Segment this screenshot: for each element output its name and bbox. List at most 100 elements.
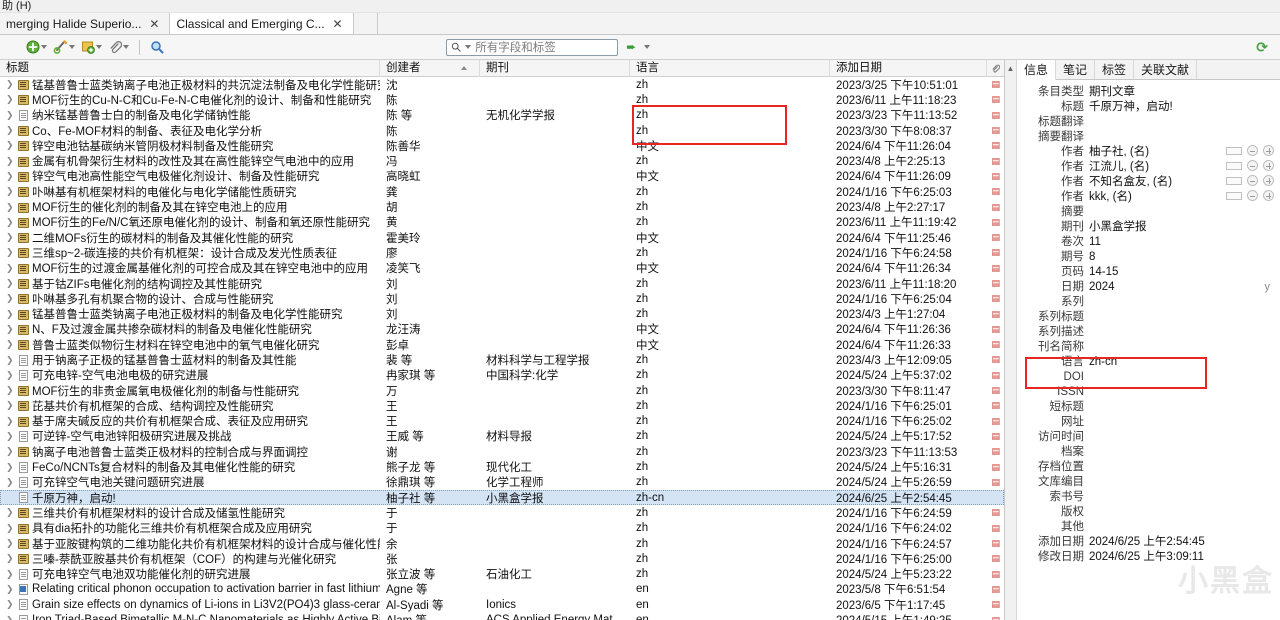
chevron-right-icon[interactable]: ❯ [6,355,14,366]
table-row[interactable]: ❯ 可逆锌-空气电池锌阳极研究进展及挑战 王威 等 材料导报 zh 2024/5/24 上… [0,429,1004,444]
items-table-body[interactable]: ❯ 锰基普鲁士蓝类钠离子电池正极材料的共沉淀法制备及电化学性能研究沈 zh 2023/… [0,77,1004,620]
table-row[interactable]: ❯ 具有dia拓扑的功能化三维共价有机框架合成及应用研究 于 zh 2024/1/16 … [0,521,1004,536]
table-row[interactable]: ❯ Relating critical phonon occupation to … [0,582,1004,597]
table-row[interactable]: ❯ MOF衍生的Fe/N/C氧还原电催化剂的设计、制备和氧还原性能研究 黄 zh 202… [0,215,1004,230]
add-creator-button[interactable] [1263,145,1274,156]
tab-related[interactable]: 关联文献 [1134,60,1198,79]
remove-creator-button[interactable] [1247,145,1258,156]
table-row[interactable]: ❯ 钠离子电池普鲁士蓝类正极材料的控制合成与界面调控 谢 zh 2023/3/23 下午… [0,444,1004,459]
add-creator-button[interactable] [1263,160,1274,171]
chevron-right-icon[interactable]: ❯ [6,156,14,167]
close-icon[interactable]: ✕ [333,18,343,30]
table-row[interactable]: ❯ 金属有机骨架衍生材料的改性及其在高性能锌空气电池中的应用 冯 zh 2023/4/8… [0,153,1004,168]
cell-attachment[interactable]: ▤ [987,599,1004,610]
tab-reader-1[interactable]: merging Halide Superio... ✕ [0,13,171,34]
table-row[interactable]: ❯ FeCo/NCNTs复合材料的制备及其电催化性能的研究 熊子龙 等 现代化工 zh 2… [0,459,1004,474]
field-value[interactable]: 2024/6/25 上午3:09:11 [1089,550,1278,565]
chevron-right-icon[interactable]: ❯ [6,232,14,243]
cell-attachment[interactable]: ▤ [987,171,1004,182]
chevron-right-icon[interactable]: ❯ [6,110,14,121]
chevron-right-icon[interactable]: ❯ [6,385,14,396]
table-row[interactable]: ❯ MOF衍生的Cu-N-C和Cu-Fe-N-C电催化剂的设计、制备和性能研究 陈 z… [0,92,1004,107]
table-row[interactable]: ❯ Co、Fe-MOF材料的制备、表征及电化学分析 陈 zh 2023/3/30 下午8… [0,123,1004,138]
remove-creator-button[interactable] [1247,190,1258,201]
table-row[interactable]: ❯ MOF衍生的非贵金属氧电极催化剂的制备与性能研究 万 zh 2023/3/30 下午… [0,383,1004,398]
column-header-title[interactable]: 标题 [0,59,380,77]
tab-notes[interactable]: 笔记 [1056,60,1096,79]
advanced-search-button[interactable] [148,39,166,55]
cell-attachment[interactable]: ▤ [987,263,1004,274]
field-label[interactable]: 作者 [1017,160,1089,175]
cell-attachment[interactable]: ▤ [987,202,1004,213]
cell-attachment[interactable]: ▤ [987,615,1004,620]
sync-refresh-icon[interactable]: ⟳ [1256,39,1268,56]
field-value[interactable]: kkk, (名) [1089,190,1226,205]
table-row[interactable]: ❯ 可充电锌-空气电池电极的研究进展 冉家琪 等 中国科学:化学 zh 2024/5/24… [0,368,1004,383]
cell-attachment[interactable]: ▤ [987,354,1004,365]
table-row[interactable]: ❯ 可充锌空气电池关键问题研究进展 徐鼎琪 等 化学工程师 zh 2024/5/24 上午… [0,475,1004,490]
chevron-right-icon[interactable]: ❯ [6,431,14,442]
chevron-right-icon[interactable]: ❯ [6,186,14,197]
table-row[interactable]: ❯ Grain size effects on dynamics of Li-io… [0,597,1004,612]
remove-creator-button[interactable] [1247,175,1258,186]
chevron-right-icon[interactable]: ❯ [6,94,14,105]
chevron-right-icon[interactable]: ❯ [6,125,14,136]
chevron-right-icon[interactable]: ❯ [6,79,14,90]
table-row[interactable]: ❯ 卟啉基有机框架材料的电催化与电化学储能性质研究 龚 zh 2024/1/16 下午6… [0,184,1004,199]
menu-item-help[interactable]: 助 (H) [2,0,31,12]
cell-attachment[interactable]: ▤ [987,584,1004,595]
tab-info[interactable]: 信息 [1017,60,1057,80]
cell-attachment[interactable]: ▤ [987,385,1004,396]
chevron-right-icon[interactable]: ❯ [6,538,14,549]
table-row[interactable]: ❯ MOF衍生的催化剂的制备及其在锌空电池上的应用 胡 zh 2023/4/8 上午2:… [0,199,1004,214]
field-value[interactable]: 8 [1089,250,1278,265]
field-value[interactable]: 千原万神，启动! [1089,100,1278,115]
chevron-right-icon[interactable]: ❯ [6,339,14,350]
table-row[interactable]: ❯ 基于席夫碱反应的共价有机框架合成、表征及应用研究 王 zh 2024/1/16 下午… [0,414,1004,429]
table-row[interactable]: ❯ 芘基共价有机框架的合成、结构调控及性能研究 王 zh 2024/1/16 下午6:2… [0,398,1004,413]
chevron-right-icon[interactable]: ❯ [6,217,14,228]
chevron-right-icon[interactable]: ❯ [6,247,14,258]
chevron-right-icon[interactable]: ❯ [6,171,14,182]
field-value[interactable]: 2024 [1089,280,1265,295]
table-row[interactable]: ❯ 可充电锌空气电池双功能催化剂的研究进展 张立波 等 石油化工 zh 2024/5/24… [0,567,1004,582]
table-row[interactable]: ❯ 基于亚胺键构筑的二维功能化共价有机框架材料的设计合成与催化性能探究余 zh 202… [0,536,1004,551]
new-note-button[interactable] [79,39,104,55]
cell-attachment[interactable]: ▤ [987,293,1004,304]
table-row[interactable]: ❯ 锌空电池钴基碳纳米管阴极材料制备及性能研究 陈善华 中文 2024/6/4 下午11… [0,138,1004,153]
cell-attachment[interactable]: ▤ [987,110,1004,121]
cell-attachment[interactable]: ▤ [987,278,1004,289]
field-value[interactable]: zh-cn [1089,355,1278,370]
cell-attachment[interactable]: ▤ [987,431,1004,442]
field-value[interactable]: 江流儿, (名) [1089,160,1226,175]
cell-attachment[interactable]: ▤ [987,569,1004,580]
chevron-right-icon[interactable]: ❯ [6,278,14,289]
chevron-right-icon[interactable]: ❯ [6,370,14,381]
column-header-journal[interactable]: 期刊 [480,59,630,77]
switch-name-mode-button[interactable] [1226,191,1242,200]
cell-attachment[interactable]: ▤ [987,400,1004,411]
tab-tags[interactable]: 标签 [1095,60,1135,79]
cell-attachment[interactable]: ▤ [987,523,1004,534]
chevron-right-icon[interactable]: ❯ [6,615,14,620]
cell-attachment[interactable]: ▤ [987,416,1004,427]
chevron-right-icon[interactable]: ❯ [6,446,14,457]
field-value[interactable]: 11 [1089,235,1278,250]
search-box[interactable]: 所有字段和标签 [446,38,619,56]
cell-attachment[interactable]: ▤ [987,462,1004,473]
cell-attachment[interactable]: ▤ [987,339,1004,350]
table-row[interactable]: ❯ 锌空气电池高性能空气电极催化剂设计、制备及性能研究 高晓虹 中文 2024/6/4 … [0,169,1004,184]
chevron-right-icon[interactable]: ❯ [6,140,14,151]
add-creator-button[interactable] [1263,190,1274,201]
cell-attachment[interactable]: ▤ [987,186,1004,197]
switch-name-mode-button[interactable] [1226,146,1242,155]
field-label[interactable]: 作者 [1017,145,1089,160]
cell-attachment[interactable]: ▤ [987,446,1004,457]
table-row[interactable]: 千原万神，启动! 柚子社 等 小黑盒学报 zh-cn 2024/6/25 上午2:54:… [0,490,1004,506]
table-row[interactable]: ❯ 三维共价有机框架材料的设计合成及储氢性能研究 于 zh 2024/1/16 下午6:… [0,505,1004,520]
cell-attachment[interactable]: ▤ [987,247,1004,258]
cell-attachment[interactable]: ▤ [987,79,1004,90]
field-value[interactable]: 柚子社, (名) [1089,145,1226,160]
pane-collapse-button[interactable]: ▲ [1005,60,1017,620]
chevron-right-icon[interactable]: ❯ [6,309,14,320]
